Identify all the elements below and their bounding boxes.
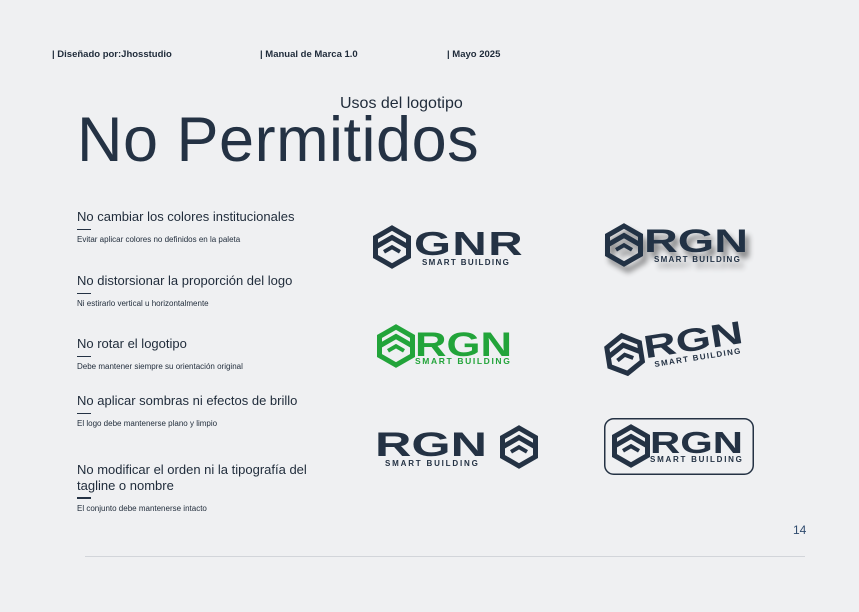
logo-wordmark: RGN	[644, 223, 748, 259]
rule-heading: No aplicar sombras ni efectos de brillo	[77, 393, 298, 408]
logo-wrong-name: GNR SMART BUILDING	[372, 222, 532, 272]
rule-underline	[77, 228, 91, 231]
rule-note: Ni estirarlo vertical u horizontalmente	[77, 299, 209, 309]
rule-underline	[77, 292, 91, 295]
hexagon-logo-icon	[376, 228, 409, 266]
logo-tagline: SMART BUILDING	[415, 356, 511, 366]
rule-heading: No modificar el orden ni la tipografía d…	[77, 462, 307, 493]
logo-reordered: RGN SMART BUILDING	[373, 420, 543, 475]
rule-proportion: No distorsionar la proporción del logo N…	[77, 273, 597, 308]
logo-tagline: SMART BUILDING	[422, 258, 510, 267]
hexagon-logo-icon	[380, 327, 413, 365]
rule-underline	[77, 497, 91, 499]
header-designer: | Diseñado por:Jhosstudio	[52, 49, 172, 60]
hexagon-logo-icon	[615, 427, 648, 465]
logo-shadow-effect: RGN SMART BUILDING	[604, 220, 764, 275]
hexagon-logo-icon	[608, 226, 641, 264]
logo-framed: RGN SMART BUILDING	[604, 418, 756, 476]
logo-tagline: SMART BUILDING	[650, 455, 743, 464]
rule-underline	[77, 355, 91, 358]
hexagon-logo-icon	[605, 333, 644, 376]
rule-order-typography: No modificar el orden ni la tipografía d…	[77, 462, 307, 513]
page-number: 14	[793, 523, 807, 537]
logo-wordmark: GNR	[414, 225, 524, 262]
hexagon-logo-icon	[503, 428, 536, 466]
rule-note: El conjunto debe mantenerse intacto	[77, 503, 207, 513]
logo-rotated: RGN SMART BUILDING	[603, 308, 753, 373]
header-date: | Mayo 2025	[447, 49, 501, 60]
rule-heading: No distorsionar la proporción del logo	[77, 273, 293, 288]
rule-underline	[77, 412, 91, 415]
logo-tagline: SMART BUILDING	[654, 255, 741, 264]
logo-wrong-color: RGN SMART BUILDING	[376, 323, 526, 373]
header-manual: | Manual de Marca 1.0	[260, 49, 358, 60]
logo-tagline: SMART BUILDING	[385, 459, 479, 468]
page-title: No Permitidos	[77, 105, 480, 175]
footer-divider	[85, 556, 805, 557]
